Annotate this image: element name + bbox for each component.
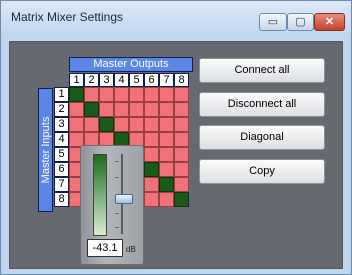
matrix-cell-disconnected[interactable]	[159, 162, 174, 177]
matrix-cell-disconnected[interactable]	[174, 117, 189, 132]
input-row-header: 5	[54, 147, 69, 162]
matrix-cell-disconnected[interactable]	[144, 192, 159, 207]
matrix-cell-disconnected[interactable]	[174, 162, 189, 177]
input-row-header: 7	[54, 177, 69, 192]
master-inputs-label: Master Inputs	[38, 88, 53, 212]
input-row-header: 2	[54, 102, 69, 117]
matrix-cell-disconnected[interactable]	[129, 117, 144, 132]
output-column-header: 6	[144, 73, 159, 87]
matrix-cell-disconnected[interactable]	[174, 87, 189, 102]
output-column-header: 7	[159, 73, 174, 87]
matrix-cell-connected[interactable]	[99, 117, 114, 132]
fader-tick	[115, 161, 119, 162]
matrix-cell-disconnected[interactable]	[114, 117, 129, 132]
matrix-cell-disconnected[interactable]	[174, 177, 189, 192]
input-row-header: 1	[54, 87, 69, 102]
matrix-cell-disconnected[interactable]	[174, 132, 189, 147]
matrix-cell-disconnected[interactable]	[159, 132, 174, 147]
title-bar[interactable]: Matrix Mixer Settings ▭ ▢ ✕	[1, 1, 351, 33]
fader-tick	[115, 177, 119, 178]
window-title: Matrix Mixer Settings	[11, 10, 124, 24]
fader-knob[interactable]	[115, 194, 133, 204]
minimize-icon: ▭	[267, 16, 279, 28]
output-column-header: 5	[129, 73, 144, 87]
matrix-cell-disconnected[interactable]	[129, 87, 144, 102]
matrix-cell-disconnected[interactable]	[159, 192, 174, 207]
matrix-cell-connected[interactable]	[159, 177, 174, 192]
maximize-button[interactable]: ▢	[287, 13, 314, 31]
disconnect-all-button[interactable]: Disconnect all	[199, 92, 325, 117]
matrix-cell-disconnected[interactable]	[144, 117, 159, 132]
master-outputs-label: Master Outputs	[69, 57, 193, 72]
maximize-icon: ▢	[295, 16, 306, 28]
matrix-cell-disconnected[interactable]	[144, 102, 159, 117]
input-row-header: 8	[54, 192, 69, 207]
matrix-cell-disconnected[interactable]	[99, 102, 114, 117]
gain-unit-label: dB	[126, 245, 136, 254]
matrix-cell-disconnected[interactable]	[69, 102, 84, 117]
matrix-cell-disconnected[interactable]	[159, 147, 174, 162]
output-column-header: 2	[84, 73, 99, 87]
output-column-header: 1	[69, 73, 84, 87]
output-column-header: 8	[174, 73, 189, 87]
matrix-cell-disconnected[interactable]	[114, 102, 129, 117]
matrix-cell-disconnected[interactable]	[114, 87, 129, 102]
matrix-cell-connected[interactable]	[69, 87, 84, 102]
matrix-cell-disconnected[interactable]	[84, 117, 99, 132]
close-icon: ✕	[324, 16, 335, 28]
minimize-button[interactable]: ▭	[259, 13, 287, 31]
matrix-cell-disconnected[interactable]	[159, 102, 174, 117]
matrix-cell-disconnected[interactable]	[144, 87, 159, 102]
output-column-header: 3	[99, 73, 114, 87]
master-inputs-text: Master Inputs	[39, 116, 52, 184]
copy-button[interactable]: Copy	[199, 159, 325, 184]
matrix-cell-disconnected[interactable]	[144, 177, 159, 192]
connect-all-button[interactable]: Connect all	[199, 58, 325, 83]
matrix-mixer-window: Matrix Mixer Settings ▭ ▢ ✕ Master Outpu…	[0, 0, 352, 275]
input-row-header: 4	[54, 132, 69, 147]
matrix-cell-disconnected[interactable]	[129, 102, 144, 117]
diagonal-button[interactable]: Diagonal	[199, 125, 325, 150]
level-meter	[93, 154, 107, 236]
gain-value-field[interactable]: -43.1	[87, 239, 123, 257]
close-button[interactable]: ✕	[314, 13, 345, 31]
fader-tick	[115, 213, 119, 214]
matrix-cell-disconnected[interactable]	[144, 132, 159, 147]
matrix-cell-connected[interactable]	[174, 192, 189, 207]
matrix-cell-disconnected[interactable]	[159, 87, 174, 102]
fader-tick	[115, 227, 119, 228]
matrix-cell-disconnected[interactable]	[174, 147, 189, 162]
matrix-cell-disconnected[interactable]	[69, 117, 84, 132]
input-row-header: 6	[54, 162, 69, 177]
matrix-cell-connected[interactable]	[144, 162, 159, 177]
matrix-cell-disconnected[interactable]	[159, 117, 174, 132]
matrix-cell-disconnected[interactable]	[99, 87, 114, 102]
output-column-header: 4	[114, 73, 129, 87]
matrix-cell-disconnected[interactable]	[84, 87, 99, 102]
input-row-header: 3	[54, 117, 69, 132]
matrix-cell-connected[interactable]	[84, 102, 99, 117]
matrix-cell-disconnected[interactable]	[174, 102, 189, 117]
matrix-cell-disconnected[interactable]	[144, 147, 159, 162]
